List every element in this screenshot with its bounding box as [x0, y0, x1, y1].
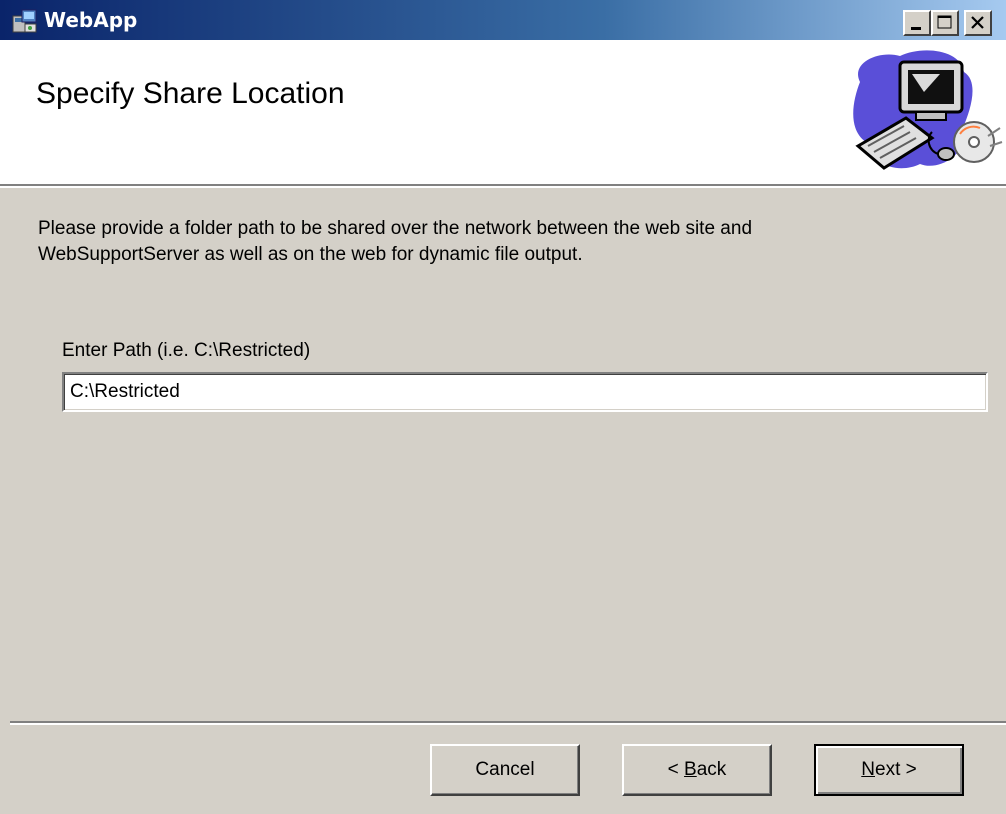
- instructions-line: WebSupportServer as well as on the web f…: [38, 244, 583, 265]
- minimize-icon: [911, 27, 921, 30]
- instructions-text: Please provide a folder path to be share…: [38, 216, 978, 268]
- installer-icon: [12, 8, 38, 34]
- maximize-icon: [937, 15, 952, 29]
- installer-window: WebApp Specify Share Location Please pro…: [0, 0, 1006, 814]
- back-button[interactable]: < Back: [622, 744, 772, 796]
- instructions-line: Please provide a folder path to be share…: [38, 218, 753, 239]
- back-button-mnemonic: B: [684, 759, 697, 780]
- next-button-mnemonic: N: [861, 759, 875, 780]
- page-title: Specify Share Location: [36, 77, 345, 110]
- minimize-button[interactable]: [903, 10, 931, 36]
- back-button-prefix: <: [667, 759, 685, 780]
- close-button[interactable]: [964, 10, 992, 36]
- next-button-label: ext >: [875, 759, 917, 780]
- path-label: Enter Path (i.e. C:\Restricted): [62, 340, 311, 361]
- cancel-button[interactable]: Cancel: [430, 744, 580, 796]
- title-bar[interactable]: WebApp: [0, 0, 1006, 40]
- back-button-label: ack: [696, 759, 727, 780]
- path-input[interactable]: [62, 372, 988, 412]
- close-icon: [971, 16, 984, 29]
- footer-separator: [10, 721, 1006, 725]
- banner-separator: [0, 184, 1006, 188]
- window-title: WebApp: [44, 8, 138, 32]
- maximize-button[interactable]: [931, 10, 959, 36]
- next-button[interactable]: Next >: [814, 744, 964, 796]
- header-banner: Specify Share Location: [0, 40, 1006, 184]
- computer-with-cd-icon: [840, 42, 1006, 182]
